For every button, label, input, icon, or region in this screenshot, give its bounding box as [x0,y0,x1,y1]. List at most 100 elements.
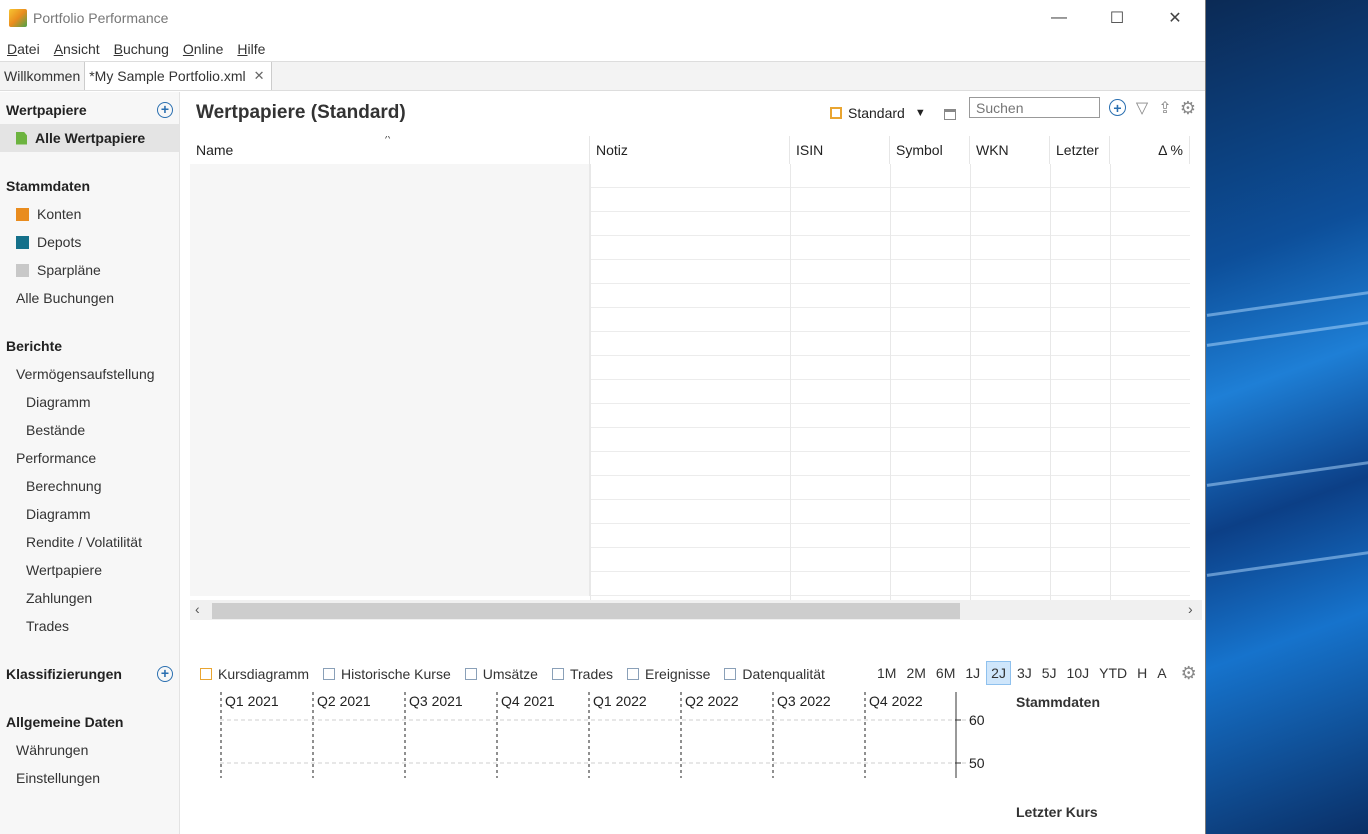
export-icon[interactable]: ⇪ [1156,99,1174,117]
period-6m[interactable]: 6M [932,662,959,684]
horizontal-scrollbar[interactable]: ‹ › [190,600,1202,620]
x-tick-label: Q3 2021 [409,693,463,709]
scroll-right-icon[interactable]: › [1188,601,1193,617]
sidebar-item-rendite-volatilitaet[interactable]: Rendite / Volatilität [26,534,142,550]
maximize-button[interactable]: ☐ [1088,0,1146,36]
table-row[interactable] [190,452,1190,476]
tab-kursdiagramm[interactable]: Kursdiagramm [200,666,309,682]
scroll-left-icon[interactable]: ‹ [195,601,200,617]
sidebar-item-zahlungen[interactable]: Zahlungen [26,590,92,606]
period-h[interactable]: H [1133,662,1151,684]
sidebar-item-sparplaene[interactable]: Sparpläne [16,262,101,278]
sidebar-item-alle-buchungen[interactable]: Alle Buchungen [16,290,114,306]
table-row[interactable] [190,548,1190,572]
desktop-light-ray [1206,546,1368,577]
table-row[interactable] [190,476,1190,500]
close-tab-icon[interactable]: ✕ [254,68,265,84]
period-2m[interactable]: 2M [902,662,929,684]
sidebar-item-vermoegensaufstellung[interactable]: Vermögensaufstellung [16,366,155,382]
tab-portfolio-file[interactable]: *My Sample Portfolio.xml ✕ [84,62,272,90]
sidebar-item-depots[interactable]: Depots [16,234,81,250]
table-row[interactable] [190,572,1190,596]
scrollbar-thumb[interactable] [212,603,960,619]
table-row[interactable] [190,284,1190,308]
app-window: Portfolio Performance — ☐ ✕ Datei Ansich… [0,0,1206,834]
y-tick-label: 60 [969,712,985,728]
period-1j[interactable]: 1J [961,662,984,684]
sidebar-item-label: Alle Wertpapiere [35,130,146,146]
chart-settings-gear-icon[interactable]: ⚙ [1181,663,1197,684]
minimize-view-icon[interactable] [944,109,956,120]
menu-ansicht[interactable]: Ansicht [54,41,100,57]
filter-icon[interactable]: ▽ [1133,99,1151,117]
column-header-wkn[interactable]: WKN [970,136,1050,164]
table-row[interactable] [190,356,1190,380]
sidebar-item-konten[interactable]: Konten [16,206,81,222]
view-selector[interactable]: Standard ▼ [830,105,926,121]
name-cell [190,284,590,308]
table-row[interactable] [190,404,1190,428]
table-row[interactable] [190,236,1190,260]
column-divider [790,164,791,604]
sidebar-item-alle-wertpapiere[interactable]: Alle Wertpapiere [16,130,145,146]
table-row[interactable] [190,188,1190,212]
tab-umsaetze[interactable]: Umsätze [464,666,538,682]
period-ytd[interactable]: YTD [1095,662,1131,684]
tab-icon [323,668,336,680]
period-5j[interactable]: 5J [1038,662,1061,684]
sidebar-item-performance[interactable]: Performance [16,450,96,466]
column-header-notiz[interactable]: Notiz [590,136,790,164]
period-10j[interactable]: 10J [1063,662,1094,684]
column-header-name[interactable]: Name ^ [190,136,590,164]
period-2j[interactable]: 2J [986,661,1011,685]
table-row[interactable] [190,332,1190,356]
sort-ascending-icon: ^ [385,136,391,145]
name-cell [190,236,590,260]
sidebar-item-performance-wertpapiere[interactable]: Wertpapiere [26,562,102,578]
table-row[interactable] [190,260,1190,284]
period-1m[interactable]: 1M [873,662,900,684]
table-row[interactable] [190,308,1190,332]
table-row[interactable] [190,380,1190,404]
minimize-button[interactable]: — [1030,0,1088,36]
period-3j[interactable]: 3J [1013,662,1036,684]
table-row[interactable] [190,212,1190,236]
tab-datenqualitaet[interactable]: Datenqualität [724,666,825,682]
sidebar-item-bestaende[interactable]: Bestände [26,422,85,438]
add-security-icon[interactable]: + [157,102,173,118]
table-row[interactable] [190,428,1190,452]
table-row[interactable] [190,164,1190,188]
column-header-letzter[interactable]: Letzter [1050,136,1110,164]
add-classification-icon[interactable]: + [157,666,173,682]
sidebar-item-performance-diagramm[interactable]: Diagramm [26,506,91,522]
tab-trades[interactable]: Trades [551,666,613,682]
menu-datei[interactable]: Datei [7,41,40,57]
column-header-delta-percent[interactable]: Δ % [1110,136,1190,164]
tab-historische-kurse[interactable]: Historische Kurse [323,666,451,682]
menu-hilfe[interactable]: Hilfe [237,41,265,57]
sidebar-item-diagramm[interactable]: Diagramm [26,394,91,410]
name-cell [190,404,590,428]
table-row[interactable] [190,524,1190,548]
settings-gear-icon[interactable]: ⚙ [1179,98,1197,118]
sidebar-item-trades[interactable]: Trades [26,618,69,634]
period-a[interactable]: A [1153,662,1170,684]
name-cell [190,524,590,548]
sidebar-item-berechnung[interactable]: Berechnung [26,478,102,494]
portfolio-icon [16,235,29,249]
menu-online[interactable]: Online [183,41,223,57]
menu-buchung[interactable]: Buchung [114,41,169,57]
column-header-isin[interactable]: ISIN [790,136,890,164]
close-window-button[interactable]: ✕ [1146,0,1204,36]
tab-willkommen[interactable]: Willkommen [0,62,84,90]
name-cell [190,572,590,596]
table-row[interactable] [190,500,1190,524]
tab-icon [724,668,737,680]
column-header-symbol[interactable]: Symbol [890,136,970,164]
add-icon[interactable]: + [1109,99,1126,116]
view-label: Standard [848,105,905,121]
search-input[interactable] [969,97,1100,118]
sidebar-item-einstellungen[interactable]: Einstellungen [16,770,100,786]
sidebar-item-waehrungen[interactable]: Währungen [16,742,88,758]
tab-ereignisse[interactable]: Ereignisse [627,666,710,682]
